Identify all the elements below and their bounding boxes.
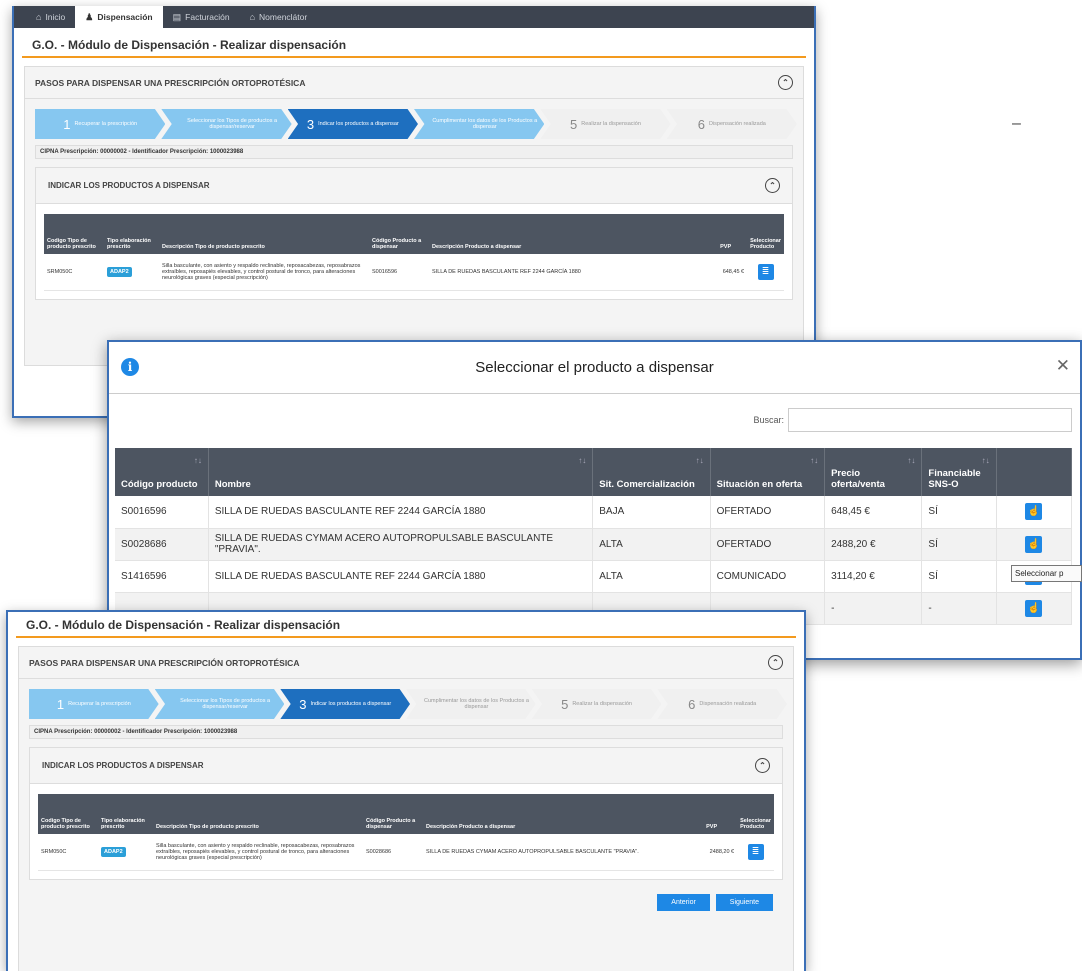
collapse-icon[interactable]: ⌃: [778, 75, 793, 90]
navbar: ⌂ Inicio ♟ Dispensación ▤ Facturación ⌂ Nome…: [14, 6, 814, 28]
steps-panel: PASOS PARA DISPENSAR UNA PRESCRIPCIÓN OR…: [24, 66, 804, 366]
col-header-select: [996, 448, 1073, 496]
steps-panel: PASOS PARA DISPENSAR UNA PRESCRIPCIÓN OR…: [18, 646, 794, 971]
products-panel-title: INDICAR LOS PRODUCTOS A DISPENSAR: [48, 181, 210, 190]
document-icon: ▤: [172, 11, 182, 22]
nav-dispensacion[interactable]: ♟ Dispensación: [75, 6, 163, 28]
page-title: G.O. - Módulo de Dispensación - Realizar…: [16, 612, 796, 638]
steps-panel-title: PASOS PARA DISPENSAR UNA PRESCRIPCIÓN OR…: [29, 657, 300, 668]
person-icon: ♟: [85, 11, 94, 22]
modal-title: Seleccionar el producto a dispensar: [475, 359, 714, 376]
cipna-line: CIPNA Prescripción: 00000002 - Identific…: [29, 725, 783, 739]
hand-pointer-icon[interactable]: ☝: [1025, 503, 1043, 521]
bottom-window: G.O. - Módulo de Dispensación - Realizar…: [6, 610, 806, 971]
step-6: 6 Dispensación realizada: [657, 689, 788, 719]
products-panel-header: INDICAR LOS PRODUCTOS A DISPENSAR ⌃: [30, 748, 782, 784]
siguiente-button[interactable]: Siguiente: [715, 893, 773, 911]
table-row: S1416596 SILLA DE RUEDAS BASCULANTE REF 2…: [115, 560, 1073, 593]
products-panel: INDICAR LOS PRODUCTOS A DISPENSAR ⌃ Codi…: [35, 167, 793, 300]
close-icon[interactable]: ✕: [1056, 356, 1070, 376]
col-header[interactable]: Sit. Comercialización ↑↓: [592, 448, 711, 496]
col-header[interactable]: Nombre ↑↓: [208, 448, 594, 496]
steps-panel-header: PASOS PARA DISPENSAR UNA PRESCRIPCIÓN OR…: [19, 647, 793, 679]
home-icon: ⌂: [36, 12, 42, 22]
products-table: Codigo Tipo de producto prescrito Tipo e…: [38, 794, 774, 871]
cipna-line: CIPNA Prescripción: 00000002 - Identific…: [35, 145, 793, 159]
hand-pointer-icon[interactable]: ☝: [1025, 535, 1043, 553]
step-2: 2Seleccionar los Tipos de productos a di…: [161, 109, 292, 139]
table-row: S0016596 SILLA DE RUEDAS BASCULANTE REF 2…: [115, 496, 1073, 529]
step-3: 3 Indicar los productos a dispensar: [287, 109, 418, 139]
step-2: 2Seleccionar los Tipos de productos a di…: [154, 689, 285, 719]
products-panel: INDICAR LOS PRODUCTOS A DISPENSAR ⌃ Codi…: [29, 747, 783, 880]
search-label: Buscar:: [753, 415, 784, 425]
step-5: 5 Realizar la dispensación: [531, 689, 662, 719]
step-1: 1 Recuperar la prescripción: [29, 689, 159, 719]
collapse-icon[interactable]: ⌃: [768, 655, 783, 670]
modal-products-table: Código producto ↑↓ Nombre ↑↓ Sit. Comercia…: [115, 448, 1073, 625]
table-row: SRM050C ADAP2 Silla basculante, con asie…: [44, 254, 784, 291]
info-icon: i: [121, 358, 139, 376]
search-row: Buscar:: [109, 394, 1080, 442]
step-3: 3 Indicar los productos a dispensar: [280, 689, 411, 719]
collapse-icon[interactable]: ⌃: [755, 758, 770, 773]
step-5: 5 Realizar la dispensación: [540, 109, 671, 139]
nav-nomenclator[interactable]: ⌂ Nomenclátor: [240, 6, 318, 28]
products-table: Codigo Tipo de producto prescrito Tipo e…: [44, 214, 784, 291]
collapse-icon[interactable]: ⌃: [765, 178, 780, 193]
page-title: G.O. - Módulo de Dispensación - Realizar…: [22, 28, 806, 58]
products-panel-title: INDICAR LOS PRODUCTOS A DISPENSAR: [42, 761, 204, 770]
tooltip: Seleccionar p: [1011, 565, 1082, 582]
products-panel-header: INDICAR LOS PRODUCTOS A DISPENSAR ⌃: [36, 168, 792, 204]
hand-pointer-icon[interactable]: ☝: [1025, 599, 1043, 617]
anterior-button[interactable]: Anterior: [657, 893, 710, 911]
modal-header: i Seleccionar el producto a dispensar ✕: [109, 342, 1080, 394]
nav-facturacion[interactable]: ▤ Facturación: [163, 6, 240, 28]
minimize-icon[interactable]: –: [1012, 115, 1021, 133]
bank-icon: ⌂: [249, 12, 256, 22]
wizard-steps: 1Recuperar la prescripción 2Seleccionar …: [29, 689, 788, 719]
col-header[interactable]: Financiable SNS-O ↑↓: [921, 448, 997, 496]
list-select-icon[interactable]: ≣: [747, 843, 764, 860]
wizard-steps: 1Recuperar la prescripción 2Seleccionar …: [35, 109, 797, 139]
step-4: 4Cumplimentar los datos de los Productos…: [413, 109, 545, 139]
table-row: S0028686 SILLA DE RUEDAS CYMAM ACERO AUTO…: [115, 528, 1073, 561]
col-header[interactable]: Situación en oferta ↑↓: [710, 448, 826, 496]
steps-panel-title: PASOS PARA DISPENSAR UNA PRESCRIPCIÓN OR…: [35, 77, 306, 88]
col-header[interactable]: Precio oferta/venta ↑↓: [824, 448, 923, 496]
step-6: 6 Dispensación realizada: [666, 109, 797, 139]
table-row: SRM050C ADAP2 Silla basculante, con asie…: [38, 834, 774, 871]
elab-badge: ADAP2: [101, 846, 126, 857]
elab-badge: ADAP2: [107, 266, 132, 277]
nav-inicio[interactable]: ⌂ Inicio: [26, 6, 75, 28]
step-4: 4Cumplimentar los datos de los Productos…: [406, 689, 536, 719]
col-header[interactable]: Código producto ↑↓: [115, 448, 209, 496]
footer-buttons: Anterior Siguiente: [19, 893, 773, 911]
steps-panel-header: PASOS PARA DISPENSAR UNA PRESCRIPCIÓN OR…: [25, 67, 803, 99]
list-select-icon[interactable]: ≣: [757, 263, 774, 280]
search-input[interactable]: [788, 408, 1072, 432]
step-1: 1 Recuperar la prescripción: [35, 109, 166, 139]
